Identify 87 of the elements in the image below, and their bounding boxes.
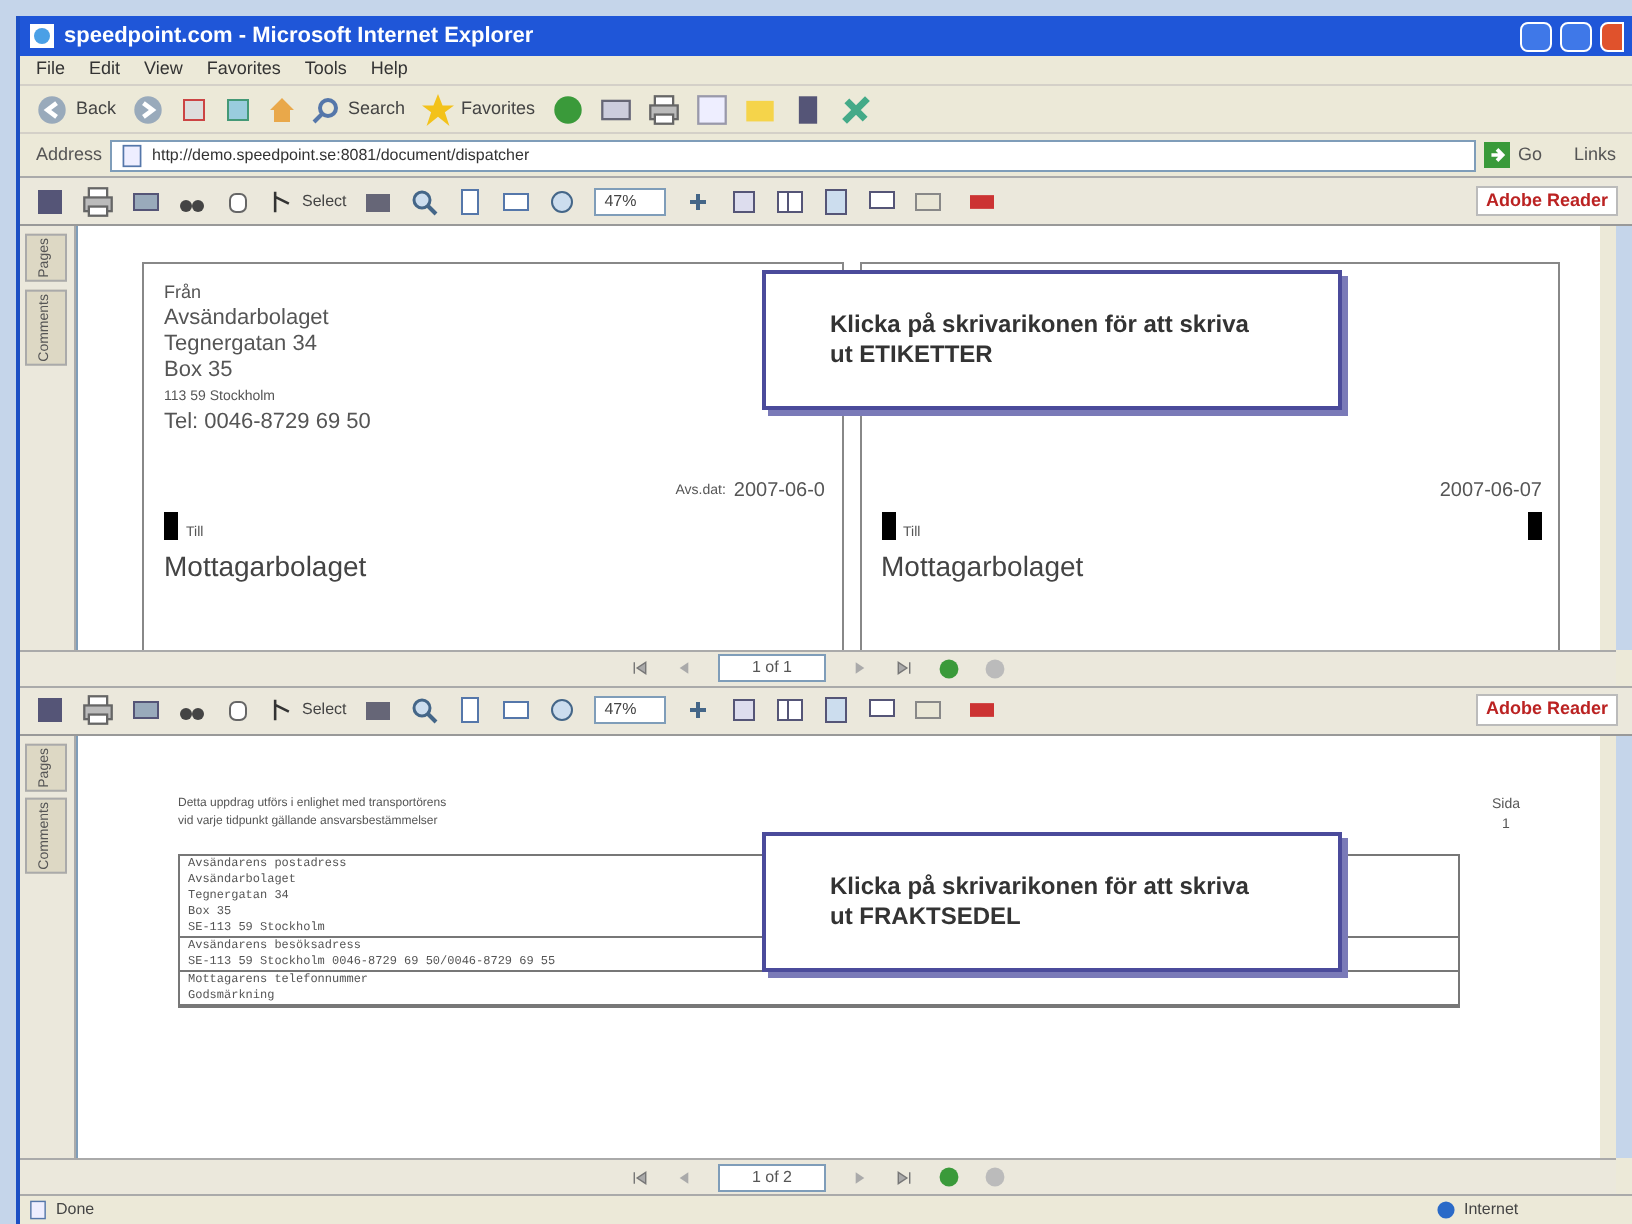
links-button[interactable]: Links (1549, 141, 1616, 169)
label-text: 2007-06-07 (1439, 478, 1542, 504)
back-view-icon[interactable] (938, 1166, 960, 1188)
search-button[interactable]: Search (312, 95, 406, 123)
last-page-icon[interactable] (894, 658, 914, 678)
go-button[interactable]: Go (1483, 141, 1542, 169)
zoom-field[interactable]: 47% (594, 696, 667, 724)
fit-width-icon[interactable] (502, 696, 531, 724)
pages-icon[interactable] (776, 187, 805, 215)
back-button[interactable]: Back (36, 93, 117, 125)
snapshot-icon[interactable] (364, 696, 393, 724)
save-icon[interactable] (36, 696, 64, 724)
document-icon[interactable] (822, 187, 851, 215)
tool-icon[interactable] (839, 93, 872, 125)
maximize-button[interactable] (1560, 21, 1592, 51)
favorites-button[interactable]: Favorites (421, 93, 536, 125)
menu-item[interactable]: Edit (89, 56, 121, 84)
hand-icon[interactable] (224, 696, 252, 724)
save-icon[interactable] (36, 187, 64, 215)
mail-icon[interactable] (132, 187, 160, 215)
minimize-button[interactable] (1520, 21, 1552, 51)
zoom-out-icon[interactable] (548, 187, 577, 215)
select-tool-button[interactable]: Select (270, 698, 347, 722)
search-icon[interactable] (312, 95, 341, 123)
comment-icon[interactable] (868, 187, 897, 215)
menu-item[interactable]: Help (370, 56, 408, 84)
label-text: Tegnergatan 34 (164, 332, 319, 358)
fit-page-icon[interactable] (456, 696, 485, 724)
zoom-in-icon[interactable] (410, 696, 439, 724)
page-icon[interactable] (28, 1200, 48, 1220)
refresh-icon[interactable] (224, 95, 253, 123)
callout-box: Klicka på skrivarikonen för att skriva ut ETIKETTER (762, 270, 1342, 410)
label-text: 2007-06-0 (733, 478, 825, 504)
corner-mark (164, 512, 178, 540)
label-text: Från (164, 280, 204, 306)
go-arrow-icon[interactable] (1483, 142, 1510, 168)
pages-icon[interactable] (776, 696, 805, 724)
sign-icon[interactable] (914, 187, 943, 215)
brand-logo: Adobe Reader (1475, 694, 1618, 726)
stop-icon[interactable] (180, 95, 209, 123)
back-view-icon[interactable] (938, 657, 960, 679)
address-label: Address (36, 141, 103, 168)
print-icon[interactable] (82, 185, 114, 217)
address-field[interactable]: http://demo.speedpoint.se:8081/document/dispatcher (110, 139, 1476, 171)
text-cursor-icon[interactable] (270, 698, 294, 722)
zoom-field[interactable]: 47% (594, 187, 667, 215)
zoom-out-icon[interactable] (548, 696, 577, 724)
page-icon[interactable] (120, 143, 145, 167)
corner-mark (1528, 512, 1542, 540)
print-icon[interactable] (82, 694, 114, 726)
status-text: Done (56, 1198, 97, 1222)
history-icon[interactable] (551, 93, 584, 125)
label-text: Box 35 (164, 358, 235, 384)
select-tool-button[interactable]: Select (270, 189, 347, 213)
first-page-icon[interactable] (629, 1167, 650, 1187)
mail-icon[interactable] (132, 696, 160, 724)
sign-icon[interactable] (914, 696, 943, 724)
window-title: speedpoint.com - Microsoft Internet Explorer (64, 21, 536, 52)
zone-text: Internet (1464, 1198, 1521, 1222)
print-icon[interactable] (647, 93, 680, 125)
label-text: Avsändarbolaget (164, 306, 331, 332)
menu-item[interactable]: View (144, 56, 183, 84)
menu-item[interactable]: Tools (304, 56, 347, 84)
first-page-icon[interactable] (629, 658, 650, 678)
fit-width-icon[interactable] (502, 187, 531, 215)
menu-item[interactable]: Favorites (206, 56, 281, 84)
edit-icon[interactable] (695, 93, 728, 125)
document-icon[interactable] (822, 696, 851, 724)
rotate-icon[interactable] (730, 187, 759, 215)
recipient-name: Mottagarbolaget (164, 547, 369, 586)
globe-icon[interactable] (1436, 1200, 1456, 1220)
page-field[interactable]: 1 of 1 (717, 654, 826, 682)
last-page-icon[interactable] (894, 1167, 914, 1187)
hand-icon[interactable] (224, 187, 252, 215)
corner-mark (881, 512, 895, 540)
menu-item[interactable]: File (36, 56, 66, 84)
rotate-icon[interactable] (730, 696, 759, 724)
text-cursor-icon[interactable] (270, 189, 294, 213)
fit-page-icon[interactable] (456, 187, 485, 215)
label-text: Tel: 0046-8729 69 50 (164, 410, 373, 436)
brand-logo: Adobe Reader (1475, 185, 1618, 217)
browser-icon[interactable] (28, 22, 56, 50)
zoom-in-icon[interactable] (410, 187, 439, 215)
star-icon[interactable] (421, 93, 454, 125)
page-field[interactable]: 1 of 2 (717, 1163, 826, 1191)
close-button[interactable] (1600, 21, 1624, 51)
recipient-name: Mottagarbolaget (881, 547, 1086, 586)
